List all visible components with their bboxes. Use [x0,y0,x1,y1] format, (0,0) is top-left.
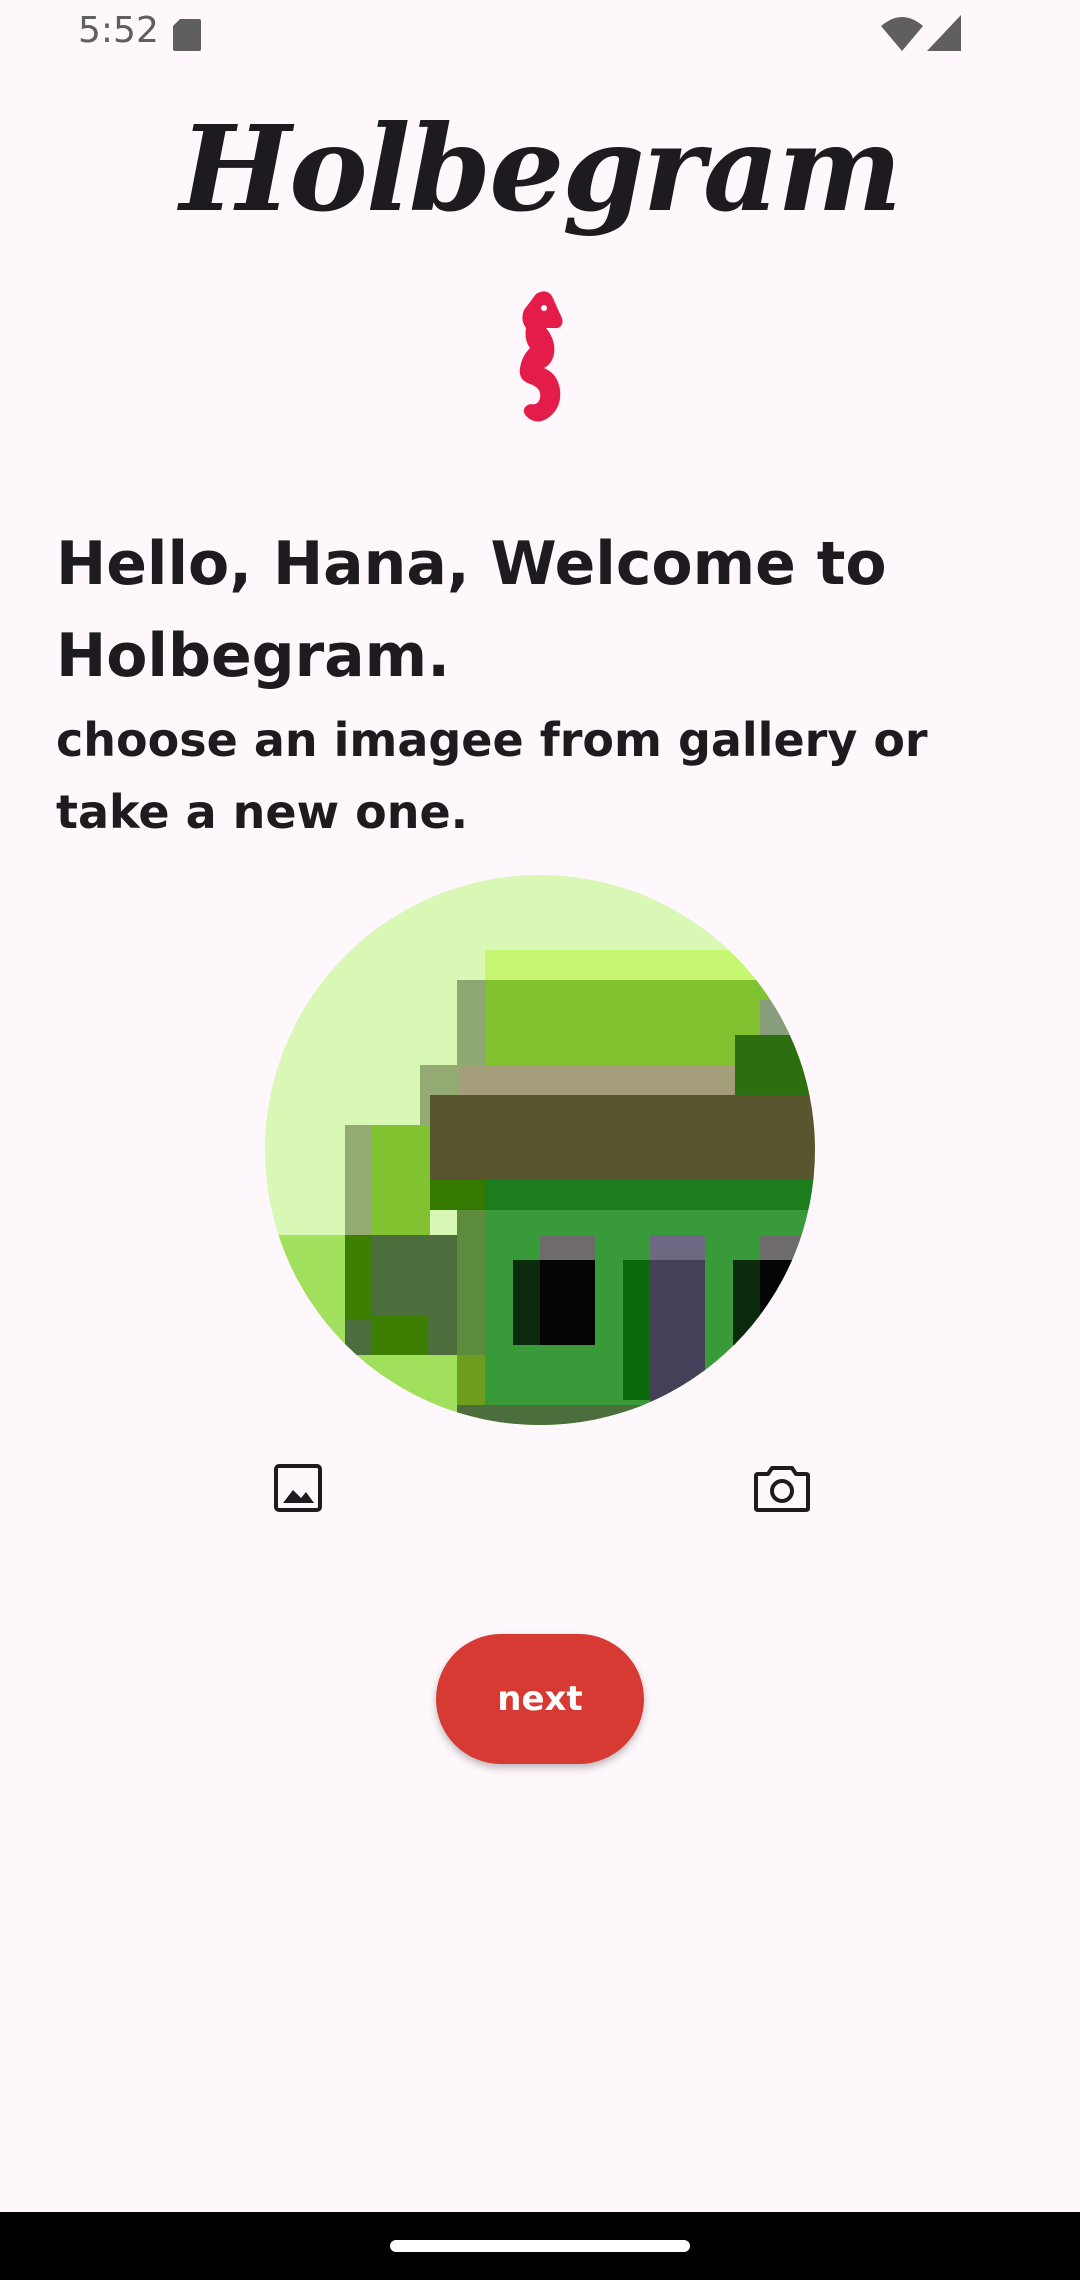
gallery-button[interactable] [268,1460,328,1520]
cell-signal-icon [926,14,962,52]
home-indicator[interactable] [390,2240,690,2252]
wordmark-text: Holbegram [177,99,901,238]
sd-card-icon [172,18,202,52]
camera-button[interactable] [750,1458,814,1522]
next-button[interactable]: next [436,1634,644,1764]
app-wordmark: Holbegram [0,80,1080,280]
welcome-heading: Hello, Hana, Welcome to Holbegram. [56,529,887,691]
navigation-bar [0,2212,1080,2280]
status-time: 5:52 [78,10,159,51]
wifi-icon [880,16,924,52]
camera-icon [754,1464,810,1517]
status-bar: 5:52 [0,0,1080,72]
instruction-text: choose an imagee from gallery or take a … [56,713,928,839]
image-icon [273,1463,323,1518]
profile-image-avatar [265,875,815,1425]
seahorse-logo [500,288,580,428]
